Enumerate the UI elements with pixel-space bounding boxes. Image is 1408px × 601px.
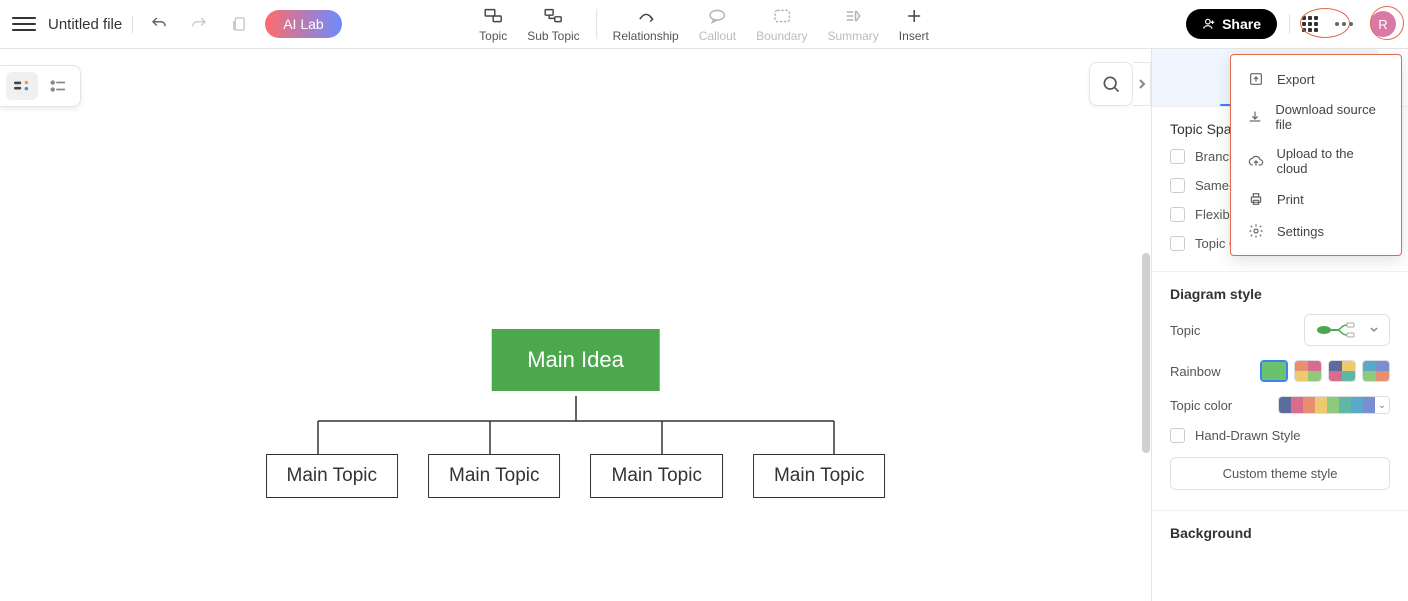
panel-collapse-button[interactable] — [1133, 62, 1151, 106]
relationship-icon — [635, 5, 657, 27]
tool-sub-topic[interactable]: Sub Topic — [517, 3, 589, 45]
rainbow-swatch[interactable] — [1362, 360, 1390, 382]
main-idea-node[interactable]: Main Idea — [491, 329, 660, 391]
menu-export[interactable]: Export — [1231, 63, 1401, 95]
checkbox[interactable] — [1170, 236, 1185, 251]
header: Untitled file AI Lab Topic Sub Topic Rel… — [0, 0, 1408, 49]
menu-print[interactable]: Print — [1231, 183, 1401, 215]
avatar[interactable]: R — [1370, 11, 1396, 37]
diagram-style-title: Diagram style — [1170, 286, 1390, 302]
section-diagram-style: Diagram style Topic Rainbow Topic color … — [1170, 286, 1390, 490]
file-name[interactable]: Untitled file — [48, 16, 133, 33]
share-icon — [1202, 17, 1216, 31]
canvas[interactable]: Main Idea Main Topic Main Topic Main Top… — [0, 49, 1151, 601]
tool-relationship[interactable]: Relationship — [603, 3, 689, 45]
tool-summary: Summary — [817, 3, 888, 45]
ai-lab-button[interactable]: AI Lab — [265, 10, 341, 38]
menu-upload-cloud[interactable]: Upload to the cloud — [1231, 139, 1401, 183]
toolbar-center: Topic Sub Topic Relationship Callout Bou… — [469, 3, 939, 45]
rainbow-swatch[interactable] — [1294, 360, 1322, 382]
share-button[interactable]: Share — [1186, 9, 1277, 39]
apps-button[interactable] — [1302, 16, 1318, 32]
header-left: Untitled file AI Lab — [12, 10, 342, 38]
chevron-right-icon — [1138, 78, 1146, 90]
chevron-down-icon — [1369, 325, 1379, 335]
row-rainbow: Rainbow — [1170, 360, 1390, 382]
topic-node[interactable]: Main Topic — [591, 454, 723, 498]
topic-node[interactable]: Main Topic — [266, 454, 398, 498]
rainbow-swatch[interactable] — [1328, 360, 1356, 382]
check-hand-drawn[interactable]: Hand-Drawn Style — [1170, 428, 1390, 443]
redo-button[interactable] — [185, 10, 213, 38]
more-menu: Export Download source file Upload to th… — [1230, 54, 1402, 256]
download-icon — [1247, 108, 1263, 126]
custom-theme-button[interactable]: Custom theme style — [1170, 457, 1390, 490]
topic-node[interactable]: Main Topic — [428, 454, 560, 498]
checkbox[interactable] — [1170, 207, 1185, 222]
undo-button[interactable] — [145, 10, 173, 38]
callout-icon — [706, 5, 728, 27]
tool-insert[interactable]: Insert — [889, 3, 939, 45]
topic-row: Main Topic Main Topic Main Topic Main To… — [266, 454, 886, 498]
topic-style-select[interactable] — [1304, 314, 1390, 346]
checkbox[interactable] — [1170, 428, 1185, 443]
search-button[interactable] — [1089, 62, 1133, 106]
search-icon — [1101, 74, 1121, 94]
checkbox[interactable] — [1170, 178, 1185, 193]
plus-icon — [903, 5, 925, 27]
checkbox[interactable] — [1170, 149, 1185, 164]
boundary-icon — [771, 5, 793, 27]
background-title: Background — [1170, 525, 1390, 541]
tool-topic[interactable]: Topic — [469, 3, 517, 45]
connectors — [276, 396, 876, 456]
cloud-upload-icon — [1247, 152, 1264, 170]
summary-icon — [842, 5, 864, 27]
export-icon — [1247, 70, 1265, 88]
rainbow-swatch[interactable] — [1260, 360, 1288, 382]
row-topic-color: Topic color ⌄ — [1170, 396, 1390, 414]
header-right: Share R — [1186, 9, 1396, 39]
menu-button[interactable] — [12, 12, 36, 36]
sub-topic-icon — [542, 5, 564, 27]
print-icon — [1247, 190, 1265, 208]
row-topic: Topic — [1170, 314, 1390, 346]
tool-callout: Callout — [689, 3, 746, 45]
topic-color-picker[interactable]: ⌄ — [1278, 396, 1390, 414]
scrollbar-thumb[interactable] — [1142, 253, 1150, 453]
gear-icon — [1247, 222, 1265, 240]
topic-icon — [482, 5, 504, 27]
branch-style-icon — [1315, 321, 1355, 339]
menu-settings[interactable]: Settings — [1231, 215, 1401, 247]
clipboard-button[interactable] — [225, 10, 253, 38]
more-button[interactable] — [1330, 10, 1358, 38]
topic-node[interactable]: Main Topic — [753, 454, 885, 498]
menu-download-source[interactable]: Download source file — [1231, 95, 1401, 139]
rainbow-options — [1260, 360, 1390, 382]
tool-boundary: Boundary — [746, 3, 817, 45]
section-background: Background — [1170, 525, 1390, 541]
